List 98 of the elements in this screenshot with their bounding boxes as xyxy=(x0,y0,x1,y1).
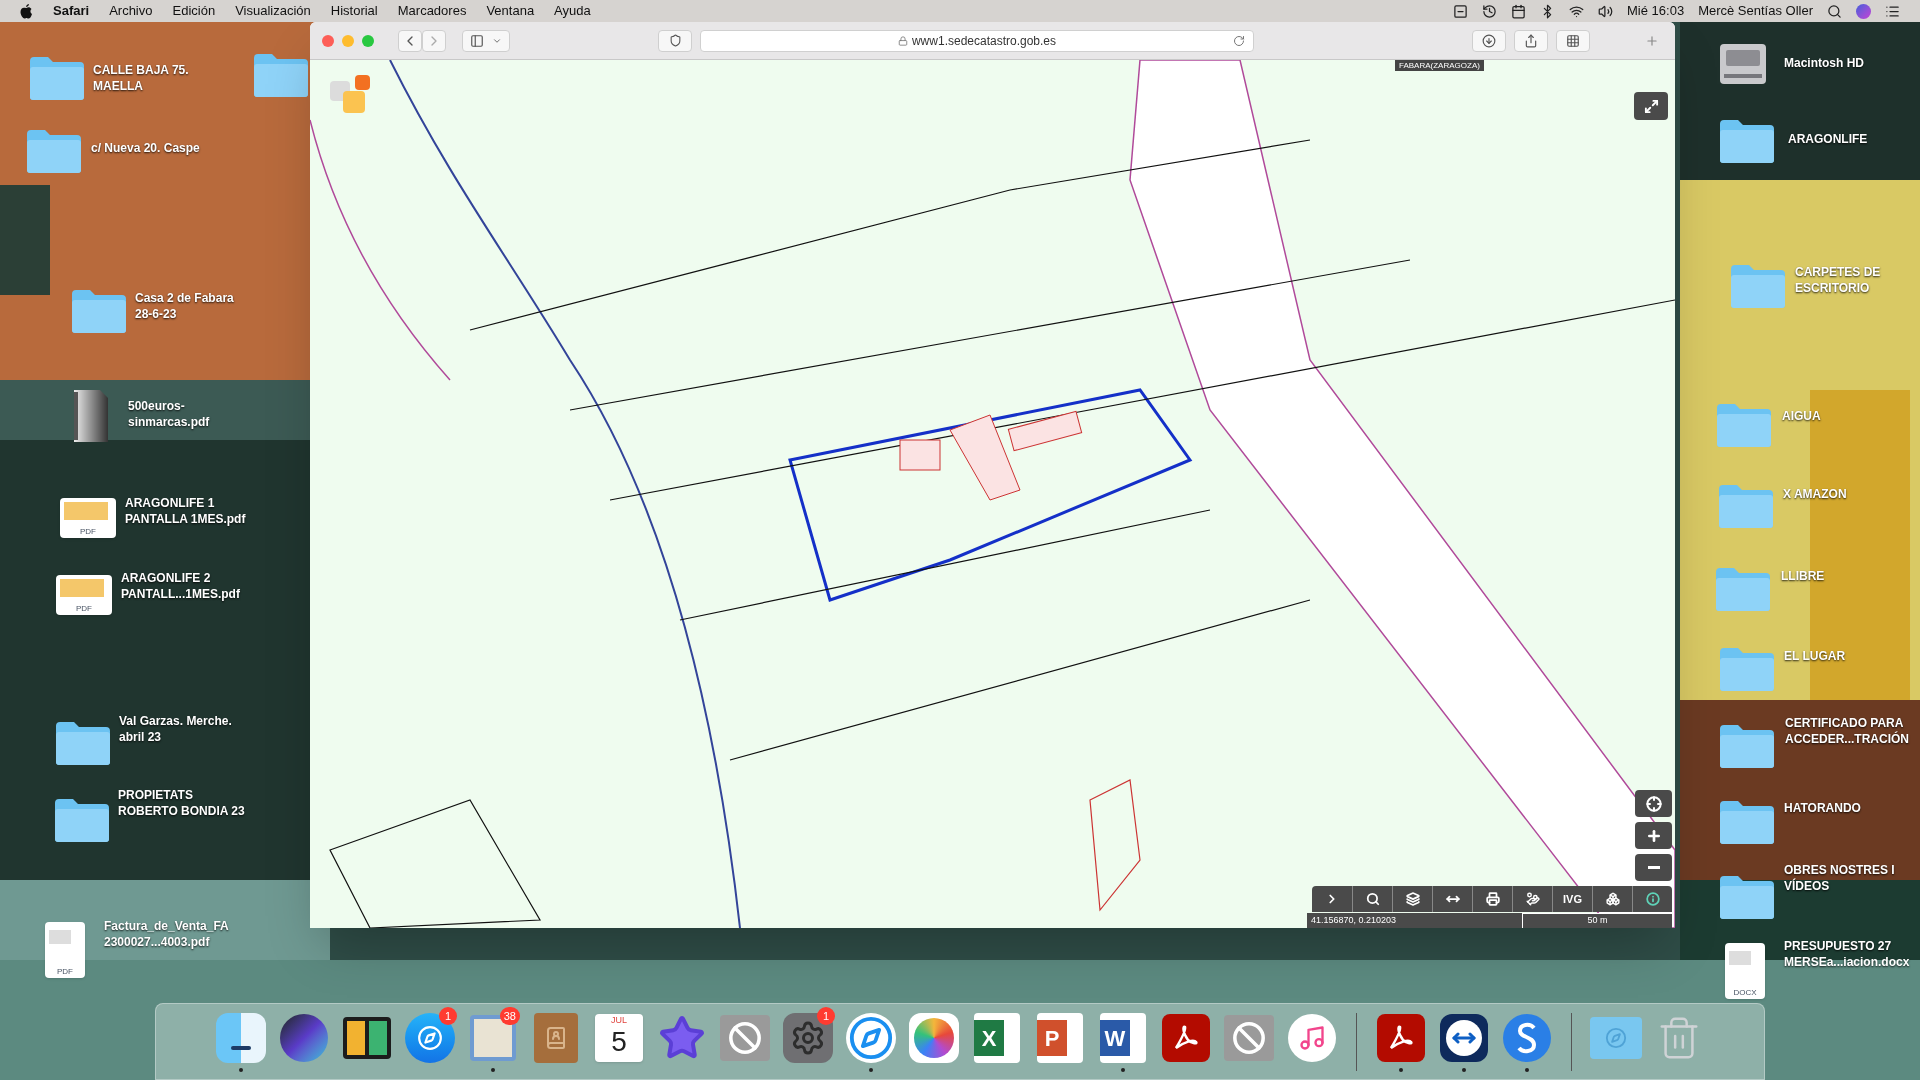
menu-item[interactable]: Ayuda xyxy=(554,1,591,21)
file-name: Casa 2 de Fabara 28-6-23 xyxy=(135,290,234,322)
user-name[interactable]: Mercè Sentías Oller xyxy=(1698,1,1813,21)
fullscreen-icon xyxy=(1643,98,1659,114)
file-icon[interactable] xyxy=(72,388,110,444)
document-icon[interactable]: PDF xyxy=(60,498,116,538)
status-icon[interactable] xyxy=(1453,3,1469,19)
siri-icon[interactable] xyxy=(1856,3,1871,19)
catastro-logo xyxy=(330,73,372,115)
sidebar-button[interactable] xyxy=(462,29,510,52)
dock-app-icon[interactable]: JUL 5 xyxy=(592,1011,646,1065)
calendar-month: JUL xyxy=(611,1014,627,1026)
address-field[interactable]: www1.sedecatastro.gob.es xyxy=(700,29,1254,52)
download-icon xyxy=(1482,33,1496,48)
file-type-label: PDF xyxy=(76,605,92,615)
file-name: HATORANDO xyxy=(1784,800,1861,816)
privacy-button[interactable] xyxy=(658,29,692,52)
file-name: c/ Nueva 20. Caspe xyxy=(91,140,200,156)
sidebar-icon xyxy=(470,33,484,48)
calendar-icon[interactable] xyxy=(1511,3,1527,19)
file-type-label: PDF xyxy=(80,528,96,538)
file-name: EL LUGAR xyxy=(1784,648,1846,664)
zoom-out-button[interactable] xyxy=(1635,854,1672,881)
region-label: FABARA(ZARAGOZA) xyxy=(1395,60,1484,71)
folder-icon[interactable] xyxy=(1718,723,1776,769)
app-letter: W xyxy=(1100,1020,1130,1056)
list-icon[interactable] xyxy=(1885,3,1900,19)
info-icon xyxy=(1645,892,1660,906)
minus-icon xyxy=(1647,866,1660,869)
folder-icon[interactable] xyxy=(53,797,111,843)
menu-item[interactable]: Safari xyxy=(53,1,90,21)
file-name: 500euros- sinmarcas.pdf xyxy=(128,398,210,430)
plus-icon xyxy=(1645,33,1659,48)
crosshair-icon xyxy=(1645,795,1662,812)
printer-icon xyxy=(1485,892,1500,906)
file-name: ARAGONLIFE 2 PANTALL...1MES.pdf xyxy=(121,570,240,602)
folder-icon[interactable] xyxy=(1718,874,1776,920)
dock-app-icon[interactable] xyxy=(1374,1011,1428,1065)
dock-app-icon[interactable] xyxy=(214,1011,268,1065)
apple-icon[interactable] xyxy=(20,3,33,19)
plus-icon xyxy=(1645,827,1662,844)
file-name: LLIBRE xyxy=(1781,568,1825,584)
file-type-label: DOCX xyxy=(1733,989,1757,999)
map-tool-button[interactable]: IVG xyxy=(1552,886,1592,912)
file-name: CARPETES DE ESCRITORIO xyxy=(1795,264,1881,296)
folder-icon[interactable] xyxy=(1718,118,1776,164)
app-letter: P xyxy=(1037,1020,1067,1056)
dock-app-icon[interactable] xyxy=(1437,1011,1491,1065)
file-name: PRESUPUESTO 27 MERSEa...iacion.docx xyxy=(1784,938,1910,970)
downloads-button[interactable] xyxy=(1472,29,1506,52)
file-name: AIGUA xyxy=(1782,408,1821,424)
cubes-icon xyxy=(1605,892,1620,906)
history-icon[interactable] xyxy=(1482,3,1498,19)
file-name: Factura_de_Venta_FA 2300027...4003.pdf xyxy=(104,918,229,950)
menu-item[interactable]: Visualización xyxy=(235,1,311,21)
layers-icon xyxy=(1405,892,1420,906)
grid-icon xyxy=(1566,33,1580,48)
clock[interactable]: Mié 16:03 xyxy=(1627,1,1685,21)
coordinates: 41.156870, 0.210203 xyxy=(1310,913,1398,927)
app-letter: X xyxy=(974,1020,1004,1056)
scale-label: 50 m xyxy=(1522,913,1672,928)
menu-item[interactable]: Marcadores xyxy=(397,1,467,21)
file-name: CERTIFICADO PARA ACCEDER...TRACIÓN xyxy=(1785,715,1909,747)
locate-button[interactable] xyxy=(1635,790,1672,817)
wifi-icon[interactable] xyxy=(1569,3,1585,19)
file-name: Val Garzas. Merche. abril 23 xyxy=(119,713,232,745)
document-icon[interactable]: PDF xyxy=(45,922,85,978)
lock-icon xyxy=(897,35,908,46)
tabs-button[interactable] xyxy=(1556,29,1590,52)
menu-item[interactable]: Ventana xyxy=(486,1,535,21)
hand-icon xyxy=(1525,892,1540,906)
file-name: ARAGONLIFE 1 PANTALLA 1MES.pdf xyxy=(125,495,246,527)
search-icon xyxy=(1365,892,1380,906)
file-name: PROPIETATS ROBERTO BONDIA 23 xyxy=(118,787,245,819)
file-name: CALLE BAJA 75. MAELLA xyxy=(93,62,189,94)
shield-icon xyxy=(668,34,682,47)
reload-icon[interactable] xyxy=(1233,34,1245,47)
file-name: ARAGONLIFE xyxy=(1788,131,1868,147)
menu-item[interactable]: Historial xyxy=(330,1,378,21)
folder-icon[interactable] xyxy=(54,720,112,766)
share-button[interactable] xyxy=(1514,29,1548,52)
calendar-day: 5 xyxy=(611,1026,627,1058)
share-icon xyxy=(1524,33,1538,48)
fullscreen-button[interactable] xyxy=(1634,92,1668,120)
search-icon[interactable] xyxy=(1827,3,1842,19)
file-name: Macintosh HD xyxy=(1784,55,1864,71)
menu-item[interactable]: Edición xyxy=(172,1,216,21)
file-name: OBRES NOSTRES I VÍDEOS xyxy=(1784,862,1895,894)
dock-app-icon[interactable] xyxy=(1159,1011,1213,1065)
file-type-label: PDF xyxy=(57,968,73,978)
zoom-in-button[interactable] xyxy=(1635,822,1672,849)
menu-item[interactable]: Archivo xyxy=(109,1,153,21)
document-icon[interactable]: PDF xyxy=(56,575,112,615)
file-name: X AMAZON xyxy=(1783,486,1847,502)
dock-app-icon[interactable] xyxy=(781,1011,835,1065)
document-icon[interactable]: DOCX xyxy=(1725,943,1765,999)
volume-icon[interactable] xyxy=(1598,3,1614,19)
folder-icon[interactable] xyxy=(1718,799,1776,845)
